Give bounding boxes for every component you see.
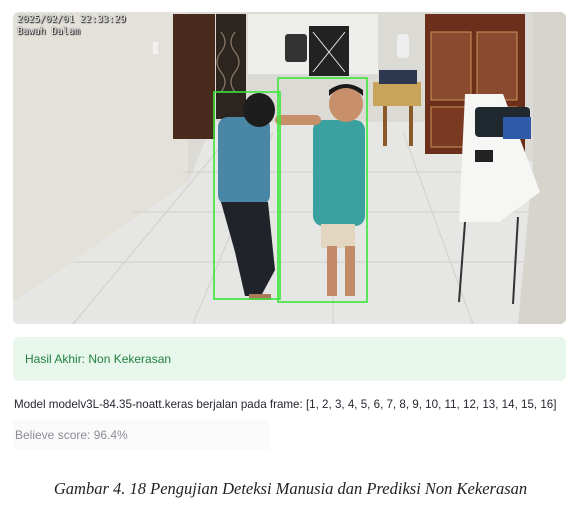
result-label: Hasil Akhir: Non Kekerasan [25,352,172,366]
believe-score-box: Believe score: 96.4% [13,420,270,450]
result-success-alert: Hasil Akhir: Non Kekerasan [13,337,566,381]
cctv-camera-name: Bawah Dalam [17,26,80,37]
cctv-scene [13,12,566,324]
model-info-text: Model modelv3L-84.35-noatt.keras berjala… [14,398,557,411]
figure-caption: Gambar 4. 18 Pengujian Deteksi Manusia d… [53,479,528,498]
cctv-video-frame: 2025/02/01 22:33:29 Bawah Dalam [13,12,566,324]
cctv-timestamp-overlay: 2025/02/01 22:33:29 Bawah Dalam [17,14,126,38]
cctv-timestamp: 2025/02/01 22:33:29 [17,14,126,25]
believe-score-text: Believe score: 96.4% [15,428,128,442]
